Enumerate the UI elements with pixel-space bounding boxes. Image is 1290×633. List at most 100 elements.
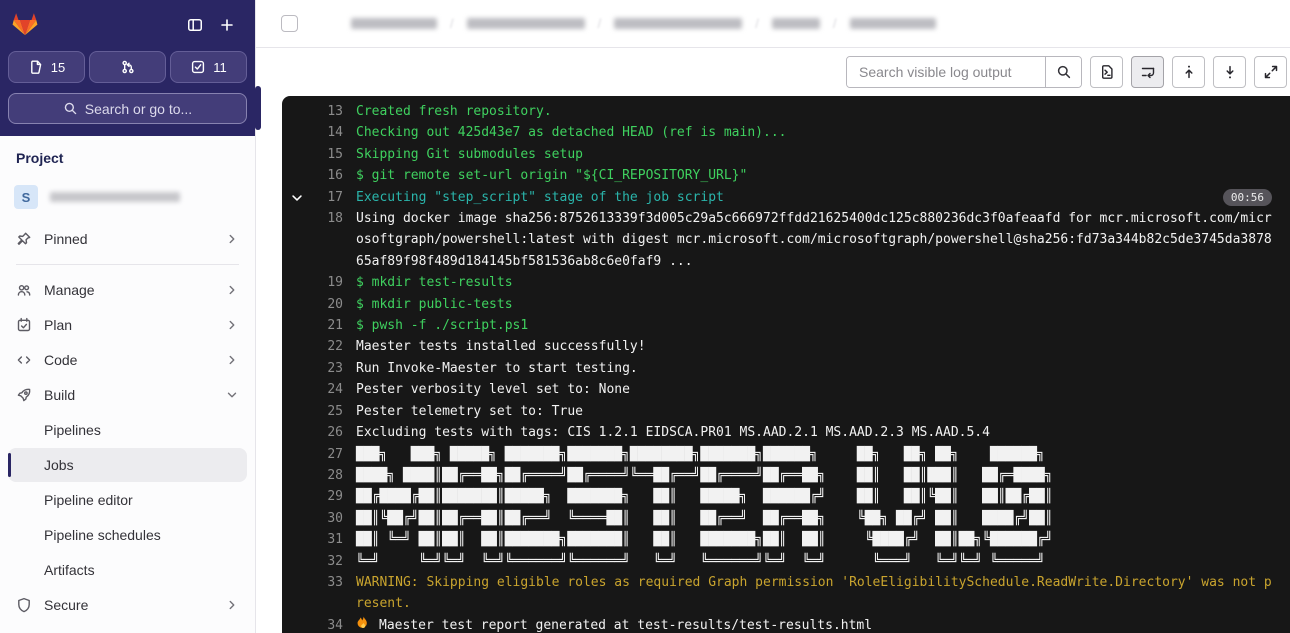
log-line-number[interactable]: 18 — [306, 208, 343, 229]
log-line-text: Checking out 425d43e7 as detached HEAD (… — [356, 122, 1275, 143]
sidebar-item-pipelines[interactable]: Pipelines — [8, 413, 247, 447]
log-line-number[interactable]: 30 — [306, 508, 343, 529]
log-line-text: ██║╚██╔╝██║██╔══██║██╔══╝ ╚════██║ ██║ █… — [356, 508, 1275, 529]
sidebar-item-manage[interactable]: Manage — [8, 273, 247, 307]
show-raw-log-button[interactable] — [1090, 56, 1123, 88]
sidebar-scrollbar-thumb[interactable] — [255, 86, 261, 130]
sidebar-divider — [16, 264, 239, 265]
log-line: 16 $ git remote set-url origin "${CI_REP… — [290, 165, 1275, 186]
chevron-right-icon — [225, 232, 239, 246]
code-icon — [16, 352, 32, 368]
users-icon — [16, 282, 32, 298]
sidebar-item-pipeline-schedules[interactable]: Pipeline schedules — [8, 518, 247, 552]
log-line-number[interactable]: 17 — [306, 187, 343, 208]
sidebar-item-code[interactable]: Code — [8, 343, 247, 377]
sidebar-item-pinned[interactable]: Pinned — [8, 222, 247, 256]
log-line: 15 Skipping Git submodules setup — [290, 144, 1275, 165]
log-line-text: $ mkdir test-results — [356, 272, 1275, 293]
log-line: 23 Run Invoke-Maester to start testing. — [290, 358, 1275, 379]
log-line-number[interactable]: 27 — [306, 444, 343, 465]
log-line: 22 Maester tests installed successfully! — [290, 336, 1275, 357]
log-line: 13 Created fresh repository. — [290, 101, 1275, 122]
log-line: 34 Maester test report generated at test… — [290, 615, 1275, 633]
calendar-icon — [16, 317, 32, 333]
scroll-bottom-icon — [1222, 64, 1238, 80]
log-line-number[interactable]: 14 — [306, 122, 343, 143]
breadcrumb-item[interactable] — [467, 18, 585, 29]
scroll-top-icon — [1181, 64, 1197, 80]
log-line-number[interactable]: 26 — [306, 422, 343, 443]
merge-requests-button[interactable] — [89, 51, 166, 83]
project-switcher[interactable]: S — [8, 180, 247, 214]
log-line-number[interactable]: 28 — [306, 465, 343, 486]
log-line-text: Executing "step_script" stage of the job… — [356, 187, 1215, 208]
sidebar-item-plan[interactable]: Plan — [8, 308, 247, 342]
log-line-number[interactable]: 25 — [306, 401, 343, 422]
log-line: 30 ██║╚██╔╝██║██╔══██║██╔══╝ ╚════██║ ██… — [290, 508, 1275, 529]
log-line-number[interactable]: 20 — [306, 294, 343, 315]
sidebar-item-label: Artifacts — [44, 562, 95, 578]
chevron-right-icon — [225, 283, 239, 297]
chevron-right-icon — [225, 598, 239, 612]
log-line-number[interactable]: 13 — [306, 101, 343, 122]
scroll-to-top-button[interactable] — [1172, 56, 1205, 88]
fullscreen-button[interactable] — [1254, 56, 1287, 88]
log-line-number[interactable]: 32 — [306, 551, 343, 572]
breadcrumb-item[interactable] — [772, 18, 820, 29]
fire-icon — [357, 616, 370, 631]
create-new-button[interactable] — [211, 9, 243, 41]
log-line-number[interactable]: 15 — [306, 144, 343, 165]
log-line: 24 Pester verbosity level set to: None — [290, 379, 1275, 400]
log-line-number[interactable]: 24 — [306, 379, 343, 400]
log-line: 29 ██╔████╔██║███████║█████╗ ███████╗ ██… — [290, 486, 1275, 507]
log-search-button[interactable] — [1045, 57, 1081, 87]
log-line-number[interactable]: 34 — [306, 615, 343, 633]
gitlab-logo[interactable] — [12, 12, 38, 38]
todos-count-button[interactable]: 11 — [170, 51, 247, 83]
sidebar-item-secure[interactable]: Secure — [8, 588, 247, 622]
log-line-number[interactable]: 21 — [306, 315, 343, 336]
sidebar-panel-icon — [187, 17, 203, 33]
log-line: 25 Pester telemetry set to: True — [290, 401, 1275, 422]
sidebar-item-label: Pipelines — [44, 422, 101, 438]
breadcrumb-item[interactable] — [351, 18, 437, 29]
sidebar-item-label: Jobs — [44, 457, 74, 473]
breadcrumb-avatar[interactable] — [281, 15, 298, 32]
scroll-to-bottom-button[interactable] — [1213, 56, 1246, 88]
sidebar-item-deploy[interactable]: Deploy — [8, 623, 247, 633]
log-line-number[interactable]: 22 — [306, 336, 343, 357]
wrap-lines-button[interactable] — [1131, 56, 1164, 88]
sidebar-item-label: Secure — [44, 597, 88, 613]
collapse-section-chevron-icon[interactable] — [290, 187, 306, 205]
collapse-sidebar-button[interactable] — [179, 9, 211, 41]
raw-log-icon — [1099, 64, 1115, 80]
todo-check-icon — [190, 59, 206, 75]
log-line-number[interactable]: 16 — [306, 165, 343, 186]
sidebar-header: 15 11 Search or go to... — [0, 0, 255, 136]
chevron-right-icon — [225, 318, 239, 332]
issues-count-button[interactable]: 15 — [8, 51, 85, 83]
log-line: 32 ╚═╝ ╚═╝╚═╝ ╚═╝╚══════╝╚══════╝ ╚═╝ ╚═… — [290, 551, 1275, 572]
log-line-number[interactable]: 23 — [306, 358, 343, 379]
sidebar-item-build[interactable]: Build — [8, 378, 247, 412]
log-line-text: Created fresh repository. — [356, 101, 1275, 122]
log-line: 26 Excluding tests with tags: CIS 1.2.1 … — [290, 422, 1275, 443]
main-content: / / / / — [256, 0, 1290, 633]
sidebar-item-jobs[interactable]: Jobs — [8, 448, 247, 482]
log-line-number[interactable]: 29 — [306, 486, 343, 507]
breadcrumb-item[interactable] — [850, 18, 936, 29]
issues-icon — [28, 59, 44, 75]
log-line-number[interactable]: 19 — [306, 272, 343, 293]
log-search-input[interactable] — [847, 57, 1045, 87]
sidebar-item-pipeline-editor[interactable]: Pipeline editor — [8, 483, 247, 517]
merge-request-icon — [120, 59, 136, 75]
log-line-number[interactable]: 31 — [306, 529, 343, 550]
log-line-text: Using docker image sha256:8752613339f3d0… — [356, 208, 1275, 272]
breadcrumb-item[interactable] — [614, 18, 742, 29]
sidebar-item-artifacts[interactable]: Artifacts — [8, 553, 247, 587]
project-avatar: S — [14, 185, 38, 209]
log-line-number[interactable]: 33 — [306, 572, 343, 593]
search-or-go-to[interactable]: Search or go to... — [8, 93, 247, 124]
log-search-group — [846, 56, 1082, 88]
chevron-right-icon — [225, 353, 239, 367]
